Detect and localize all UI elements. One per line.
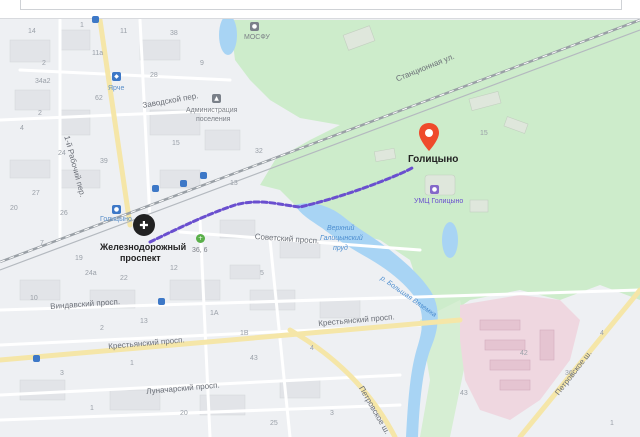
- house-number: 1: [130, 360, 134, 367]
- small-pond: [442, 222, 458, 258]
- destination-label: Голицыно: [408, 154, 459, 165]
- svg-text:✚: ✚: [139, 219, 148, 232]
- poi-mosfu: МОСФУ: [244, 34, 270, 41]
- house-number: 20: [10, 205, 18, 212]
- house-number: 4: [600, 330, 604, 337]
- start-walk-icon[interactable]: ✚: [132, 213, 156, 237]
- house-number: 2: [38, 110, 42, 117]
- umts-icon[interactable]: ●: [430, 185, 439, 194]
- house-number: 12: [170, 265, 178, 272]
- house-number: 36: [565, 370, 573, 377]
- map-canvas[interactable]: [0, 0, 640, 437]
- house-number: 11а: [92, 50, 104, 57]
- house-number: 7: [40, 240, 44, 247]
- yarche-shop-icon[interactable]: ◆: [112, 72, 121, 81]
- house-number: 20: [180, 410, 188, 417]
- house-number: 1В: [240, 330, 249, 337]
- house-number: 43: [460, 390, 468, 397]
- bus-icon-5[interactable]: [33, 355, 40, 362]
- house-number: 24а: [85, 270, 97, 277]
- house-number: 1: [610, 420, 614, 427]
- house-number: 34а2: [35, 78, 51, 85]
- house-number: 13: [230, 180, 238, 187]
- house-number: 5: [260, 270, 264, 277]
- bus-icon[interactable]: [152, 185, 159, 192]
- station-poi-icon[interactable]: ●: [112, 205, 121, 214]
- poi-admin-line1: Администрация: [186, 107, 238, 114]
- house-number: 15: [480, 130, 488, 137]
- house-number: 38: [170, 30, 178, 37]
- house-number: 13: [140, 318, 148, 325]
- house-number: 1А: [210, 310, 219, 317]
- house-number: 9: [200, 60, 204, 67]
- bus-icon-6[interactable]: [92, 16, 99, 23]
- house-number: 32: [255, 148, 263, 155]
- pond-north: [219, 15, 237, 55]
- bus-icon-2[interactable]: [180, 180, 187, 187]
- house-number: 10: [30, 295, 38, 302]
- house-number: 2: [100, 325, 104, 332]
- house-number: 27: [32, 190, 40, 197]
- house-number: 28: [150, 72, 158, 79]
- house-number: 19: [75, 255, 83, 262]
- house-number: 22: [120, 275, 128, 282]
- house-number: 14: [28, 28, 36, 35]
- house-number: 43: [250, 355, 258, 362]
- pond-label-1: Верхний: [327, 225, 355, 232]
- pond-label-2: Галицынский: [320, 235, 363, 242]
- house-number: 62: [95, 95, 103, 102]
- search-box-frame[interactable]: [20, 0, 622, 10]
- mosfu-icon[interactable]: ●: [250, 22, 259, 31]
- house-number: 2: [42, 60, 46, 67]
- start-label-line2: проспект: [120, 253, 161, 263]
- house-number: 24: [58, 150, 66, 157]
- poi-umts: УМЦ Голицыно: [414, 198, 464, 205]
- bus-stop-label: 36, 6: [192, 247, 208, 254]
- poi-golitsyno-station: Голицыно: [100, 216, 132, 223]
- bus-icon-3[interactable]: [200, 172, 207, 179]
- administration-icon[interactable]: ▲: [212, 94, 221, 103]
- bus-icon-4[interactable]: [158, 298, 165, 305]
- house-number: 39: [100, 158, 108, 165]
- house-number: 1: [90, 405, 94, 412]
- house-number: 4: [20, 125, 24, 132]
- house-number: 26: [60, 210, 68, 217]
- start-label-line1: Железнодорожный: [100, 242, 187, 252]
- map-view[interactable]: Голицыно ✚ Железнодорожный проспект ● МО…: [0, 0, 640, 437]
- house-number: 4: [310, 345, 314, 352]
- poi-yarche: Ярче: [108, 85, 125, 92]
- house-number: 3: [330, 410, 334, 417]
- bus-stop-icon[interactable]: +: [196, 234, 205, 243]
- house-number: 11: [120, 28, 128, 35]
- destination-pin-icon[interactable]: [418, 122, 440, 152]
- house-number: 25: [270, 420, 278, 427]
- house-number: 42: [520, 350, 528, 357]
- house-number: 3: [60, 370, 64, 377]
- house-number: 15: [172, 140, 180, 147]
- poi-admin-line2: поселения: [196, 116, 231, 123]
- house-number: 1: [80, 22, 84, 29]
- pond-label-3: пруд: [333, 245, 348, 252]
